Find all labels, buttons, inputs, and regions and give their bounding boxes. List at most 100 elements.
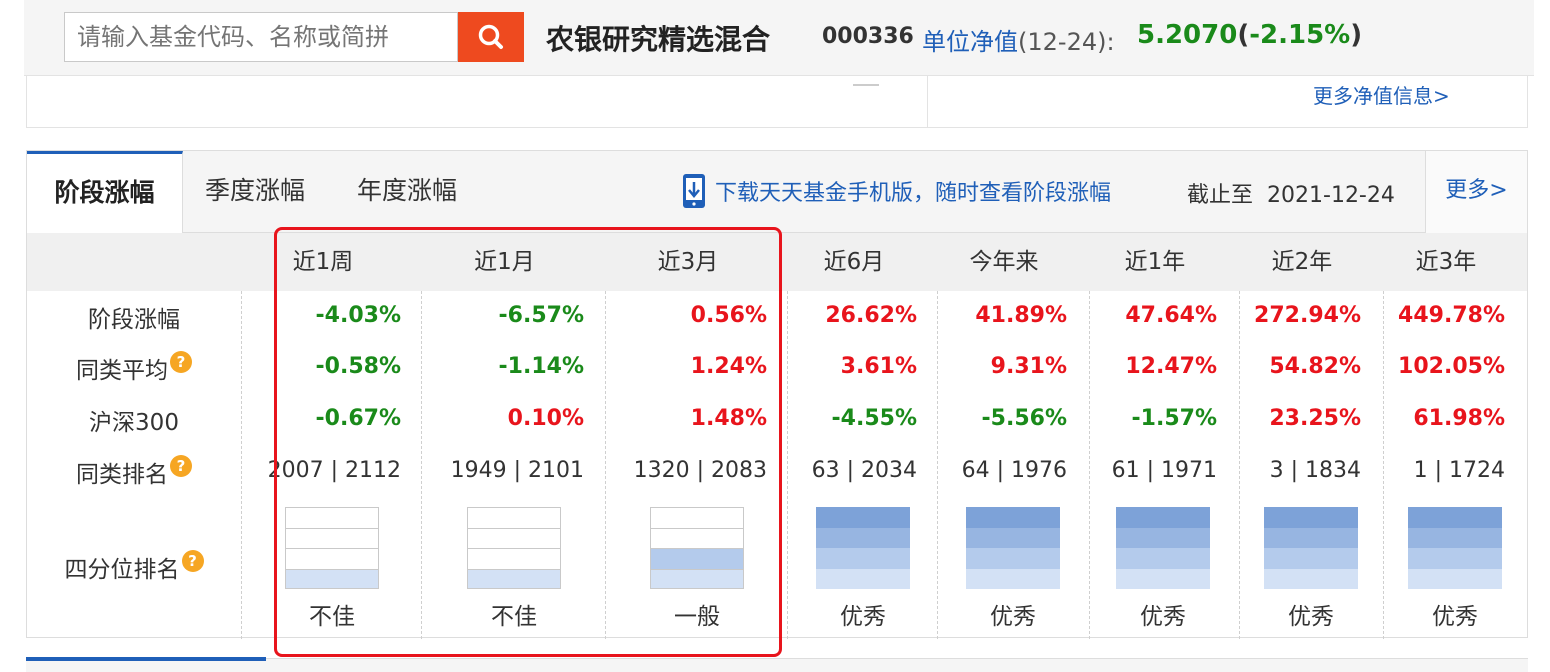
- quartile-label-2y: 优秀: [1288, 604, 1334, 630]
- period-header-1y: 近1年: [1124, 249, 1186, 275]
- help-icon[interactable]: ?: [170, 351, 192, 373]
- cell-avg-2y: 54.82%: [1269, 354, 1361, 379]
- cell-hs300-ytd: -5.56%: [981, 406, 1067, 431]
- period-header-ytd: 今年来: [969, 249, 1039, 275]
- more-nav-info-link[interactable]: 更多净值信息>: [1313, 80, 1450, 109]
- period-header-3y: 近3年: [1415, 249, 1477, 275]
- column-separator: [1383, 291, 1384, 639]
- search-button[interactable]: [458, 12, 524, 62]
- panel-divider: [927, 76, 928, 128]
- tab-quarterly-return[interactable]: 季度涨幅: [205, 151, 305, 233]
- cell-stage-3y: 449.78%: [1398, 303, 1505, 328]
- quartile-segment: [816, 548, 910, 569]
- cell-rank-6m: 63 | 2034: [811, 458, 917, 483]
- column-separator: [1089, 291, 1090, 639]
- period-header-2y: 近2年: [1271, 249, 1333, 275]
- quartile-segment: [966, 548, 1060, 569]
- nav-colon: :: [1106, 28, 1115, 56]
- bottom-tab-bar: [26, 657, 1528, 672]
- quartile-segment: [1264, 548, 1358, 569]
- quartile-segment: [816, 507, 910, 528]
- quartile-bar-6m: [816, 507, 910, 589]
- nav-paren-open: (: [1237, 20, 1250, 50]
- download-app-link[interactable]: 下载天天基金手机版，随时查看阶段涨幅: [681, 173, 1111, 209]
- row-label-text: 同类平均: [76, 358, 168, 384]
- deadline-date: 2021-12-24: [1267, 183, 1395, 208]
- tab-annual-return[interactable]: 年度涨幅: [357, 151, 457, 233]
- cell-avg-6m: 3.61%: [840, 354, 917, 379]
- tab-stage-return[interactable]: 阶段涨幅: [27, 151, 183, 234]
- top-search-bar: 农银研究精选混合 000336 单位净值(12-24): 5.2070(-2.1…: [24, 0, 1534, 76]
- quartile-bar-1y: [1116, 507, 1210, 589]
- column-separator: [241, 291, 242, 639]
- quartile-segment: [966, 507, 1060, 528]
- highlight-box: [274, 227, 782, 657]
- quartile-segment: [966, 568, 1060, 589]
- cell-hs300-2y: 23.25%: [1269, 406, 1361, 431]
- quartile-segment: [1408, 548, 1502, 569]
- cell-avg-3y: 102.05%: [1398, 354, 1505, 379]
- quartile-label-ytd: 优秀: [990, 604, 1036, 630]
- nav-label[interactable]: 单位净值(12-24):: [922, 22, 1115, 57]
- quartile-segment: [1408, 507, 1502, 528]
- bottom-active-indicator: [26, 657, 266, 661]
- phone-download-icon: [683, 174, 705, 208]
- quartile-segment: [1264, 527, 1358, 548]
- nav-label-text: 单位净值: [922, 28, 1018, 56]
- quartile-segment: [816, 568, 910, 589]
- tab-bar: 阶段涨幅 季度涨幅 年度涨幅 下载天天基金手机版，随时查看阶段涨幅 截止至 20…: [27, 151, 1527, 234]
- deadline: 截止至 2021-12-24: [1187, 177, 1395, 209]
- divider-dash: [853, 84, 879, 86]
- fund-name: 农银研究精选混合: [546, 23, 771, 56]
- quartile-segment: [1264, 568, 1358, 589]
- cell-stage-ytd: 41.89%: [975, 303, 1067, 328]
- help-icon[interactable]: ?: [170, 455, 192, 477]
- search-icon: [478, 24, 503, 49]
- cell-hs300-6m: -4.55%: [831, 406, 917, 431]
- quartile-segment: [1116, 568, 1210, 589]
- cell-hs300-1y: -1.57%: [1131, 406, 1217, 431]
- quartile-bar-3y: [1408, 507, 1502, 589]
- cell-stage-6m: 26.62%: [825, 303, 917, 328]
- quartile-bar-ytd: [966, 507, 1060, 589]
- nav-change: -2.15%: [1249, 20, 1351, 50]
- deadline-label: 截止至: [1187, 183, 1254, 208]
- period-header-6m: 近6月: [823, 249, 885, 275]
- quartile-bar-2y: [1264, 507, 1358, 589]
- cell-avg-ytd: 9.31%: [990, 354, 1067, 379]
- quartile-segment: [1116, 548, 1210, 569]
- nav-value-group: 5.2070(-2.15%): [1137, 20, 1362, 50]
- download-app-text: 下载天天基金手机版，随时查看阶段涨幅: [715, 181, 1112, 206]
- row-label-stage: 阶段涨幅: [27, 301, 241, 333]
- fund-search-input[interactable]: [64, 12, 458, 62]
- cell-rank-2y: 3 | 1834: [1269, 458, 1361, 483]
- help-icon[interactable]: ?: [181, 550, 204, 572]
- quartile-label-6m: 优秀: [840, 604, 886, 630]
- row-label-text: 同类排名: [76, 462, 168, 488]
- row-label-text: 四分位排名: [64, 557, 180, 583]
- quartile-segment: [1408, 568, 1502, 589]
- quartile-label-3y: 优秀: [1432, 604, 1478, 630]
- quartile-segment: [966, 527, 1060, 548]
- fund-code: 000336: [822, 24, 914, 49]
- row-label-rank: 同类排名?: [27, 455, 241, 488]
- nav-paren-close: ): [1350, 20, 1363, 50]
- column-separator: [1239, 291, 1240, 639]
- cell-rank-3y: 1 | 1724: [1413, 458, 1505, 483]
- nav-value: 5.2070: [1137, 20, 1238, 50]
- quartile-segment: [1264, 507, 1358, 528]
- column-separator: [787, 291, 788, 639]
- row-label-text: 沪深300: [89, 410, 179, 436]
- cell-stage-2y: 272.94%: [1254, 303, 1361, 328]
- row-label-hs300: 沪深300: [27, 404, 241, 436]
- cell-avg-1y: 12.47%: [1125, 354, 1217, 379]
- cell-stage-1y: 47.64%: [1125, 303, 1217, 328]
- quartile-segment: [1116, 527, 1210, 548]
- quartile-segment: [816, 527, 910, 548]
- cell-rank-1y: 61 | 1971: [1111, 458, 1217, 483]
- nav-date: (12-24): [1018, 28, 1107, 56]
- quartile-segment: [1116, 507, 1210, 528]
- more-link[interactable]: 更多>: [1425, 151, 1527, 233]
- cell-hs300-3y: 61.98%: [1413, 406, 1505, 431]
- quartile-segment: [1408, 527, 1502, 548]
